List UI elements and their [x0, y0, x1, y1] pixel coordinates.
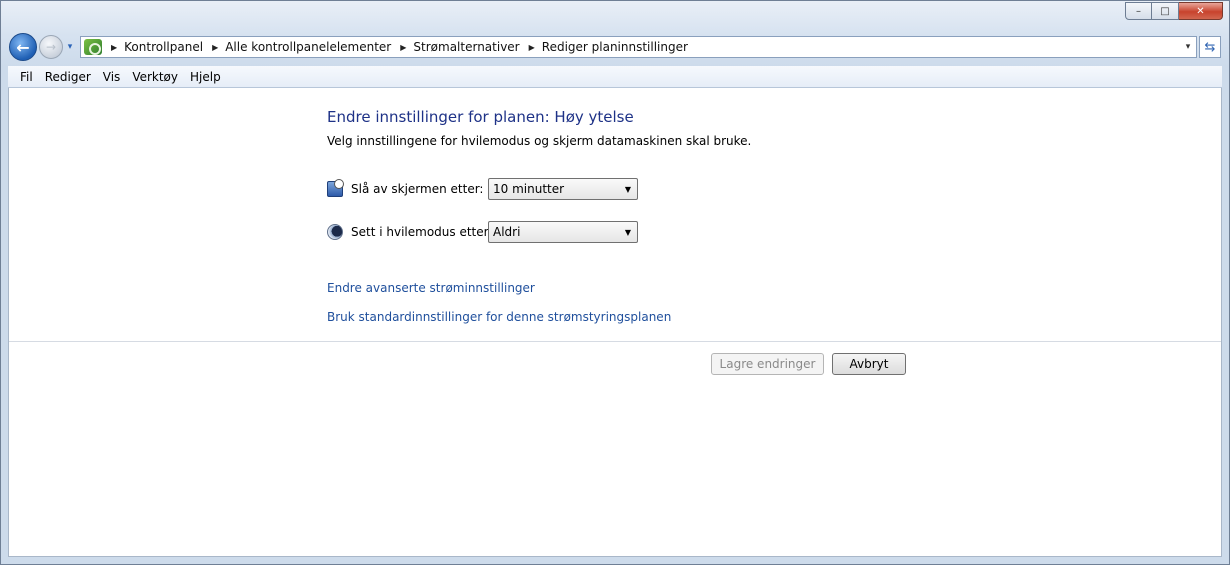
moon-icon [327, 224, 343, 240]
address-bar[interactable]: ▶ Kontrollpanel ▶ Alle kontrollpanelelem… [80, 36, 1197, 58]
recent-pages-dropdown-icon[interactable]: ▾ [64, 42, 76, 52]
breadcrumb-item[interactable]: Rediger planinnstillinger [542, 40, 688, 54]
monitor-icon [327, 179, 344, 197]
address-dropdown-icon[interactable]: ▾ [1180, 42, 1196, 52]
cancel-button[interactable]: Avbryt [832, 353, 906, 375]
breadcrumb-separator-icon[interactable]: ▶ [111, 43, 117, 52]
control-panel-icon [84, 39, 102, 55]
sleep-value: Aldri [493, 225, 521, 239]
advanced-settings-link[interactable]: Endre avanserte strøminnstillinger [327, 281, 535, 295]
breadcrumb-item[interactable]: Kontrollpanel [124, 40, 203, 54]
window: – □ ✕ ← → ▾ ▶ Kontrollpanel ▶ Alle kontr… [0, 0, 1230, 565]
menu-help[interactable]: Hjelp [184, 70, 227, 84]
back-button[interactable]: ← [9, 33, 37, 61]
content-area: Endre innstillinger for planen: Høy ytel… [8, 88, 1222, 557]
maximize-button[interactable]: □ [1152, 2, 1179, 20]
chevron-down-icon: ▼ [624, 227, 631, 237]
minimize-button[interactable]: – [1125, 2, 1152, 20]
display-off-value: 10 minutter [493, 182, 565, 196]
breadcrumb-separator-icon[interactable]: ▶ [212, 43, 218, 52]
save-changes-button[interactable]: Lagre endringer [711, 353, 824, 375]
forward-button[interactable]: → [39, 35, 63, 59]
close-button[interactable]: ✕ [1179, 2, 1223, 20]
breadcrumb-separator-icon[interactable]: ▶ [400, 43, 406, 52]
divider [9, 341, 1221, 342]
page-title: Endre innstillinger for planen: Høy ytel… [327, 108, 634, 126]
restore-defaults-link[interactable]: Bruk standardinnstillinger for denne str… [327, 310, 671, 324]
display-off-label: Slå av skjermen etter: [351, 182, 484, 196]
display-off-select[interactable]: 10 minutter ▼ [488, 178, 638, 200]
menu-tools[interactable]: Verktøy [126, 70, 184, 84]
breadcrumb-item[interactable]: Alle kontrollpanelelementer [225, 40, 391, 54]
chevron-down-icon: ▼ [624, 184, 631, 194]
navigation-bar: ← → ▾ ▶ Kontrollpanel ▶ Alle kontrollpan… [9, 33, 1221, 61]
menu-file[interactable]: Fil [14, 70, 39, 84]
menu-edit[interactable]: Rediger [39, 70, 97, 84]
caption-buttons: – □ ✕ [1125, 2, 1223, 20]
page-subtitle: Velg innstillingene for hvilemodus og sk… [327, 134, 752, 148]
menu-view[interactable]: Vis [97, 70, 127, 84]
sleep-select[interactable]: Aldri ▼ [488, 221, 638, 243]
breadcrumb-item[interactable]: Strømalternativer [413, 40, 519, 54]
sleep-label: Sett i hvilemodus etter: [351, 225, 493, 239]
breadcrumb-separator-icon[interactable]: ▶ [529, 43, 535, 52]
menu-bar: Fil Rediger Vis Verktøy Hjelp [8, 66, 1222, 88]
refresh-button[interactable]: ⇆ [1199, 36, 1221, 58]
display-off-setting: Slå av skjermen etter: 10 minutter ▼ [327, 178, 638, 200]
sleep-setting: Sett i hvilemodus etter: Aldri ▼ [327, 221, 638, 243]
